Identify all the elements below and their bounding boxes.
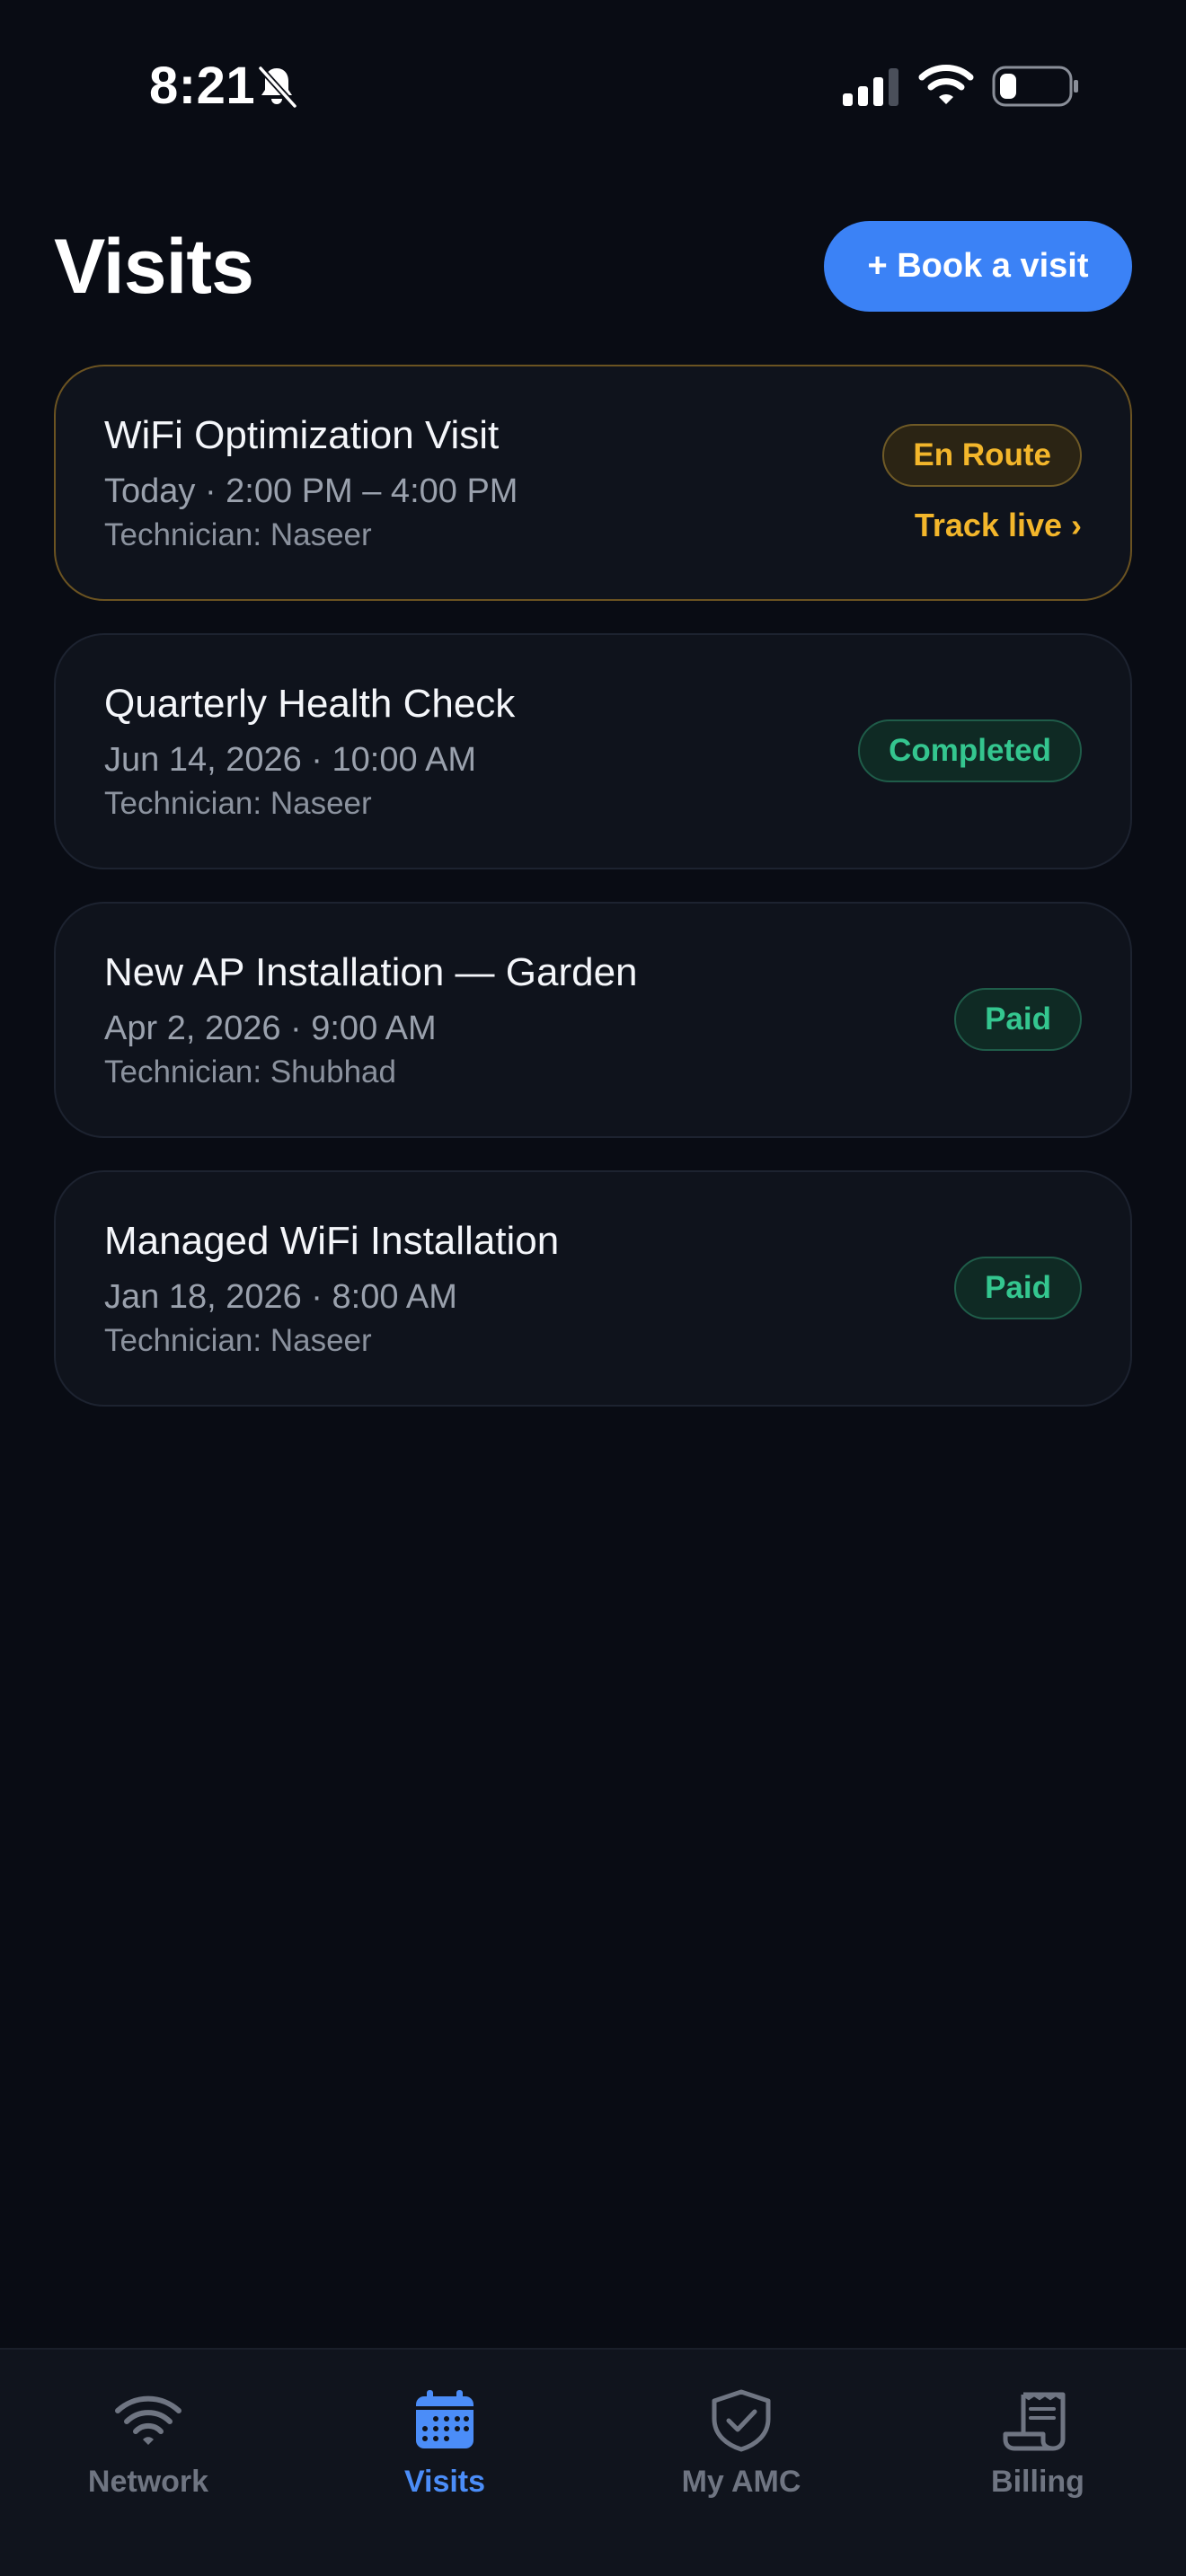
book-visit-button[interactable]: + Book a visit xyxy=(824,221,1132,312)
tab-my-amc[interactable]: My AMC xyxy=(593,2350,890,2529)
visit-card[interactable]: Quarterly Health Check Jun 14, 2026 · 10… xyxy=(54,633,1132,869)
visit-title: WiFi Optimization Visit xyxy=(104,413,500,457)
receipt-icon xyxy=(1003,2392,1066,2451)
visit-card[interactable]: New AP Installation — Garden Apr 2, 2026… xyxy=(54,902,1132,1138)
visit-technician: Technician: Naseer xyxy=(104,786,372,821)
signal-icon xyxy=(843,68,898,106)
visit-title: New AP Installation — Garden xyxy=(104,950,638,994)
visits-screen: 8:21 Visits + Book a visit WiFi Optimiza… xyxy=(0,0,1186,2576)
tab-label: Billing xyxy=(991,2465,1084,2499)
wifi-icon xyxy=(918,65,974,104)
tab-label: My AMC xyxy=(681,2465,801,2499)
visit-card[interactable]: WiFi Optimization Visit Today · 2:00 PM … xyxy=(54,365,1132,601)
status-badge: Completed xyxy=(858,719,1082,782)
tab-billing[interactable]: Billing xyxy=(890,2350,1186,2529)
tab-bar: Network Visits My AMC Billing xyxy=(0,2348,1186,2576)
wifi-icon xyxy=(115,2395,181,2445)
visit-title: Managed WiFi Installation xyxy=(104,1219,560,1263)
visit-time: Apr 2, 2026 · 9:00 AM xyxy=(104,1010,437,1047)
visit-title: Quarterly Health Check xyxy=(104,682,516,726)
calendar-icon xyxy=(416,2390,474,2448)
visit-time: Today · 2:00 PM – 4:00 PM xyxy=(104,472,518,510)
status-bar: 8:21 xyxy=(0,0,1186,171)
track-live-link[interactable]: Track live › xyxy=(915,507,1082,544)
visit-technician: Technician: Naseer xyxy=(104,517,372,552)
bell-slash-icon xyxy=(258,66,297,109)
tab-visits[interactable]: Visits xyxy=(296,2350,593,2529)
visit-time: Jun 14, 2026 · 10:00 AM xyxy=(104,741,477,779)
visit-time: Jan 18, 2026 · 8:00 AM xyxy=(104,1278,457,1316)
status-badge: Paid xyxy=(954,1257,1082,1319)
visit-list: WiFi Optimization Visit Today · 2:00 PM … xyxy=(54,365,1132,1439)
status-badge: Paid xyxy=(954,988,1082,1051)
visit-technician: Technician: Shubhad xyxy=(104,1054,396,1090)
visit-card[interactable]: Managed WiFi Installation Jan 18, 2026 ·… xyxy=(54,1170,1132,1407)
status-time: 8:21 xyxy=(149,57,256,115)
tab-network[interactable]: Network xyxy=(0,2350,296,2529)
status-badge: En Route xyxy=(882,424,1082,487)
visit-technician: Technician: Naseer xyxy=(104,1323,372,1358)
battery-icon xyxy=(992,66,1078,107)
tab-label: Network xyxy=(87,2465,209,2499)
page-title: Visits xyxy=(54,224,254,310)
shield-check-icon xyxy=(712,2389,771,2452)
tab-label: Visits xyxy=(403,2465,486,2499)
